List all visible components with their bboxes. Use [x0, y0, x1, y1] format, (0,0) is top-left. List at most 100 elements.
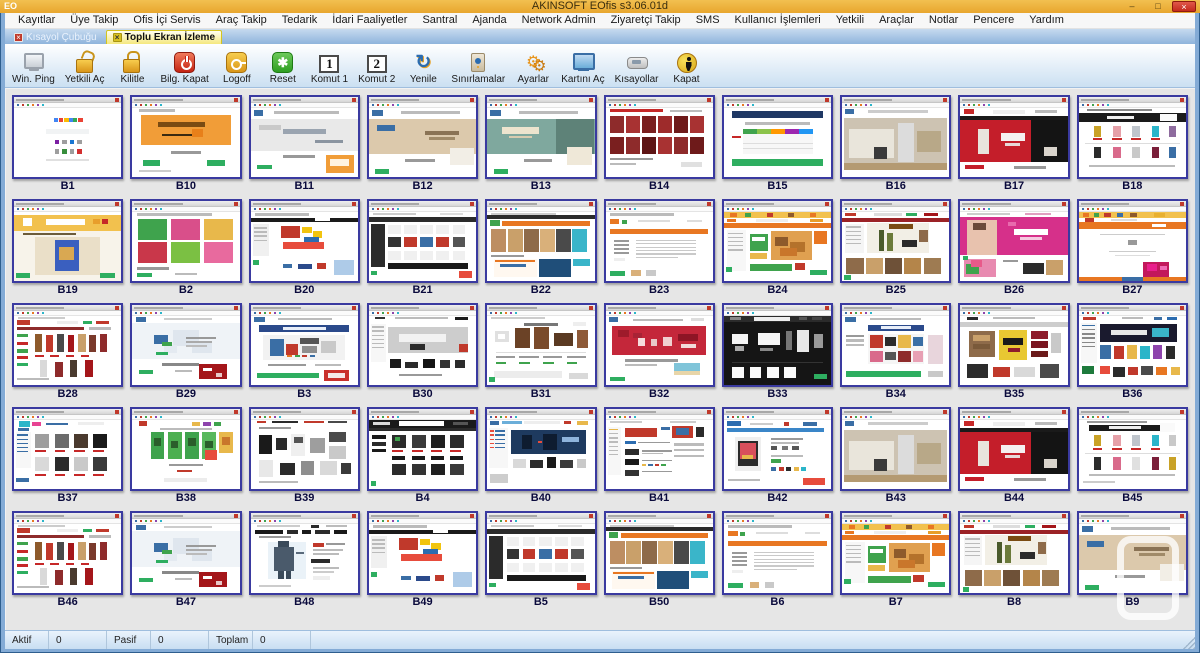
screen-thumbnail[interactable] — [367, 95, 478, 179]
screen-thumbnail[interactable] — [130, 303, 241, 387]
screen-thumbnail[interactable] — [485, 199, 596, 283]
menu-item-pencere[interactable]: Pencere — [966, 13, 1021, 28]
menu-item-network-admin[interactable]: Network Admin — [515, 13, 603, 28]
screen-thumbnail[interactable] — [12, 407, 123, 491]
screen-thumbnail[interactable] — [840, 407, 951, 491]
site-block — [302, 227, 312, 233]
yenile-button[interactable]: ↻Yenile — [400, 50, 446, 86]
menu-item-ajanda[interactable]: Ajanda — [465, 13, 513, 28]
minimize-button[interactable]: – — [1120, 1, 1144, 12]
screen-thumbnail[interactable] — [485, 511, 596, 595]
menu-item-sms[interactable]: SMS — [689, 13, 727, 28]
menu-item-yard-m[interactable]: Yardım — [1022, 13, 1071, 28]
menu-item-ofis-i-i-servis[interactable]: Ofis İçi Servis — [126, 13, 207, 28]
screen-thumbnail[interactable] — [722, 303, 833, 387]
reset-button[interactable]: ✱Reset — [260, 51, 306, 86]
screen-thumbnail[interactable] — [958, 407, 1069, 491]
kart-n-a--button[interactable]: Kartını Aç — [556, 50, 609, 86]
menu-item-ara-takip[interactable]: Araç Takip — [209, 13, 274, 28]
screen-thumbnail[interactable] — [958, 95, 1069, 179]
screen-thumbnail[interactable] — [958, 511, 1069, 595]
resize-grip[interactable] — [1183, 637, 1195, 649]
s-n-rlamalar-button[interactable]: Sınırlamalar — [446, 50, 510, 86]
screen-thumbnail[interactable] — [130, 95, 241, 179]
menu-item-i-dari-faaliyetler[interactable]: İdari Faaliyetler — [325, 13, 414, 28]
screen-thumbnail[interactable] — [130, 511, 241, 595]
screen-thumbnail[interactable] — [12, 199, 123, 283]
tab-k-sayol-ubu-u[interactable]: ×Kısayol Çubuğu — [8, 30, 103, 44]
menu-item-notlar[interactable]: Notlar — [922, 13, 965, 28]
screen-thumbnail[interactable] — [249, 303, 360, 387]
logoff-button[interactable]: Logoff — [214, 51, 260, 86]
screen-thumbnail[interactable] — [367, 407, 478, 491]
screen-thumbnail[interactable] — [958, 199, 1069, 283]
komut-2-button[interactable]: 2Komut 2 — [353, 54, 400, 86]
screen-thumbnail[interactable] — [722, 407, 833, 491]
screen-thumbnail[interactable] — [485, 303, 596, 387]
tab-close-icon[interactable]: × — [113, 33, 122, 42]
komut-1-button[interactable]: 1Komut 1 — [306, 54, 353, 86]
menu-item--ye-takip[interactable]: Üye Takip — [63, 13, 125, 28]
screen-thumbnail[interactable] — [604, 303, 715, 387]
screen-thumbnail[interactable] — [840, 303, 951, 387]
screen-thumbnail[interactable] — [840, 199, 951, 283]
screen-thumbnail[interactable] — [604, 511, 715, 595]
screen-thumbnail[interactable] — [1077, 407, 1188, 491]
ayarlar-button[interactable]: ⚙Ayarlar — [510, 50, 556, 86]
screen-thumbnail[interactable] — [130, 199, 241, 283]
thumb-close-icon — [589, 202, 593, 206]
screen-thumbnail[interactable] — [722, 511, 833, 595]
screen-thumbnail[interactable] — [130, 407, 241, 491]
yetkili-a--button[interactable]: Yetkili Aç — [60, 50, 110, 86]
screen-thumbnail[interactable] — [367, 511, 478, 595]
thumb-close-icon — [943, 98, 947, 102]
screen-thumbnail[interactable] — [485, 407, 596, 491]
screen-thumbnail[interactable] — [604, 95, 715, 179]
screen-cell: B41 — [604, 407, 715, 506]
win-ping-button[interactable]: Win. Ping — [7, 50, 60, 86]
close-button[interactable]: × — [1172, 1, 1196, 12]
screen-thumbnail[interactable] — [12, 511, 123, 595]
tab-toplu-ekran-i-zleme[interactable]: ×Toplu Ekran İzleme — [106, 30, 222, 44]
site-block — [1008, 348, 1021, 352]
screen-thumbnail[interactable] — [249, 199, 360, 283]
screen-cell: B30 — [367, 303, 478, 402]
maximize-button[interactable]: □ — [1146, 1, 1170, 12]
screen-thumbnail[interactable] — [1077, 303, 1188, 387]
thumb-browser-chrome — [960, 201, 1067, 207]
bilg-kapat-button[interactable]: Bilg. Kapat — [155, 51, 213, 86]
menu-item-tedarik[interactable]: Tedarik — [275, 13, 324, 28]
menu-item-santral[interactable]: Santral — [415, 13, 464, 28]
menu-item-ara-lar[interactable]: Araçlar — [872, 13, 921, 28]
screen-thumbnail[interactable] — [722, 199, 833, 283]
screen-thumbnail[interactable] — [367, 303, 478, 387]
screen-thumbnail[interactable] — [249, 407, 360, 491]
kapat-button[interactable]: Kapat — [664, 52, 710, 86]
screen-label: B15 — [722, 179, 833, 194]
screen-thumbnail[interactable] — [1077, 511, 1188, 595]
screen-thumbnail[interactable] — [249, 95, 360, 179]
screen-thumbnail[interactable] — [1077, 199, 1188, 283]
kilitle-button[interactable]: Kilitle — [109, 50, 155, 86]
tab-close-icon[interactable]: × — [14, 33, 23, 42]
screen-thumbnail[interactable] — [12, 303, 123, 387]
screen-thumbnail[interactable] — [367, 199, 478, 283]
screen-thumbnail[interactable] — [249, 511, 360, 595]
screen-thumbnail[interactable] — [604, 407, 715, 491]
screen-thumbnail[interactable] — [485, 95, 596, 179]
site-block — [618, 576, 644, 579]
screen-thumbnail[interactable] — [1077, 95, 1188, 179]
screen-thumbnail[interactable] — [958, 303, 1069, 387]
bookmark-dot-icon — [747, 208, 749, 210]
k-sayollar-button[interactable]: Kısayollar — [610, 50, 664, 86]
screen-thumbnail[interactable] — [840, 511, 951, 595]
screen-thumbnail[interactable] — [722, 95, 833, 179]
screen-thumbnail[interactable] — [840, 95, 951, 179]
menu-item-kay-tlar[interactable]: Kayıtlar — [11, 13, 62, 28]
menu-item-ziyaret-i-takip[interactable]: Ziyaretçi Takip — [604, 13, 688, 28]
menu-item-yetkili[interactable]: Yetkili — [829, 13, 871, 28]
site-block — [68, 335, 74, 352]
screen-thumbnail[interactable] — [12, 95, 123, 179]
screen-thumbnail[interactable] — [604, 199, 715, 283]
menu-item-kullan-c-i-lemleri[interactable]: Kullanıcı İşlemleri — [728, 13, 828, 28]
